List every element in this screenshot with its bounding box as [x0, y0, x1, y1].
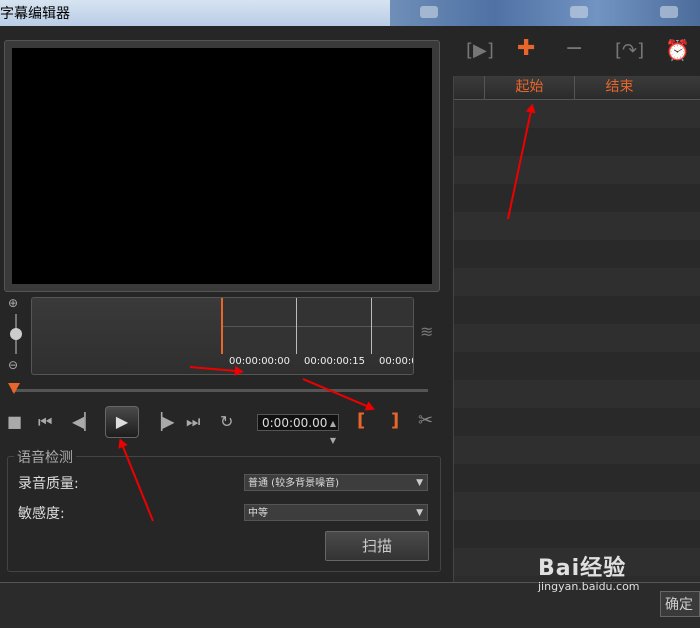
list-row[interactable] — [454, 520, 700, 548]
remove-icon[interactable]: − — [565, 36, 583, 61]
list-row[interactable] — [454, 268, 700, 296]
sensitivity-label: 敏感度: — [18, 506, 65, 522]
title-bar: 字幕编辑器 — [0, 0, 700, 26]
zoom-in-icon[interactable]: ⊕ — [8, 296, 18, 310]
quality-value: 普通 (较多背景噪音) — [248, 478, 339, 489]
timeline-cursor[interactable] — [221, 298, 223, 354]
list-row[interactable] — [454, 212, 700, 240]
split-icon[interactable]: [↷] — [615, 40, 644, 61]
column-start[interactable]: 起始 — [484, 76, 574, 99]
merge-icon[interactable]: [▶] — [466, 40, 494, 61]
list-row[interactable] — [454, 464, 700, 492]
play-icon[interactable]: ▶ — [105, 406, 139, 438]
timecode-label: 00:00:00:15 — [304, 356, 366, 367]
scrub-bar[interactable] — [8, 383, 428, 396]
alarm-icon[interactable]: ⏰ — [665, 38, 690, 62]
timecode-value: 0:00:00.00 — [262, 416, 328, 430]
timeline-tick — [371, 298, 372, 354]
list-row[interactable] — [454, 324, 700, 352]
waveform-icon[interactable]: ≋ — [420, 322, 433, 341]
step-back-icon[interactable]: ◀▏ — [72, 412, 97, 431]
playhead-marker[interactable] — [8, 383, 20, 394]
list-row[interactable] — [454, 184, 700, 212]
speech-detection-group: 语音检测 录音质量: 普通 (较多背景噪音) ▼ 敏感度: 中等 ▼ 扫描 — [7, 447, 441, 572]
mark-in-icon[interactable]: [ — [357, 410, 365, 431]
sensitivity-value: 中等 — [248, 508, 268, 519]
list-row[interactable] — [454, 240, 700, 268]
blur-shape — [570, 6, 588, 18]
step-forward-icon[interactable]: ▕▶ — [150, 412, 175, 431]
video-preview — [4, 40, 440, 292]
loop-icon[interactable]: ↻ — [220, 412, 233, 431]
list-row[interactable] — [454, 380, 700, 408]
timecode-spinner[interactable]: ▲ ▼ — [330, 415, 336, 449]
list-row[interactable] — [454, 156, 700, 184]
zoom-out-icon[interactable]: ⊖ — [8, 358, 18, 372]
quality-select[interactable]: 普通 (较多背景噪音) ▼ — [244, 474, 428, 491]
window-title: 字幕编辑器 — [0, 6, 70, 22]
list-row[interactable] — [454, 100, 700, 128]
timeline-divider — [222, 326, 413, 327]
mark-out-icon[interactable]: ] — [391, 410, 399, 431]
ok-button[interactable]: 确定 — [660, 591, 700, 617]
list-row[interactable] — [454, 352, 700, 380]
quality-label: 录音质量: — [18, 476, 79, 492]
list-row[interactable] — [454, 408, 700, 436]
timecode-label: 00:00:0 — [379, 356, 414, 367]
scissors-icon[interactable]: ✂ — [418, 410, 433, 431]
watermark-brand: Bai经验 — [538, 556, 627, 581]
editor-body: ⊕ ⊖ 00:00:00:00 00:00:00:15 00:00:0 ≋ ■ … — [0, 26, 700, 628]
blur-shape — [420, 6, 438, 18]
watermark-url: jingyan.baidu.com — [538, 580, 640, 593]
column-end[interactable]: 结束 — [574, 76, 664, 99]
subtitle-list-header: 起始 结束 — [454, 76, 700, 100]
scan-button[interactable]: 扫描 — [325, 531, 429, 561]
stop-icon[interactable]: ■ — [7, 412, 22, 431]
preview-screen — [12, 48, 432, 284]
scrub-track — [12, 389, 428, 392]
background-blur — [390, 0, 700, 26]
zoom-slider-knob[interactable] — [10, 328, 22, 340]
add-icon[interactable]: ✚ — [517, 36, 535, 61]
timecode-field[interactable]: 0:00:00.00 ▲ ▼ — [257, 414, 339, 445]
list-row[interactable] — [454, 296, 700, 324]
prev-icon[interactable]: ⏮ — [38, 412, 52, 432]
list-row[interactable] — [454, 492, 700, 520]
subtitle-list[interactable]: 起始 结束 — [453, 76, 700, 582]
timeline-tick — [296, 298, 297, 354]
timeline[interactable]: 00:00:00:00 00:00:00:15 00:00:0 — [31, 297, 414, 375]
chevron-down-icon: ▼ — [416, 508, 423, 518]
watermark: Bai经验 jingyan.baidu.com — [538, 550, 640, 593]
zoom-control: ⊕ ⊖ — [8, 296, 24, 376]
chevron-down-icon: ▼ — [416, 478, 423, 488]
speech-detection-legend: 语音检测 — [14, 447, 76, 467]
list-row[interactable] — [454, 128, 700, 156]
list-row[interactable] — [454, 436, 700, 464]
blur-shape — [660, 6, 678, 18]
sensitivity-select[interactable]: 中等 ▼ — [244, 504, 428, 521]
next-icon[interactable]: ⏭ — [186, 412, 200, 432]
